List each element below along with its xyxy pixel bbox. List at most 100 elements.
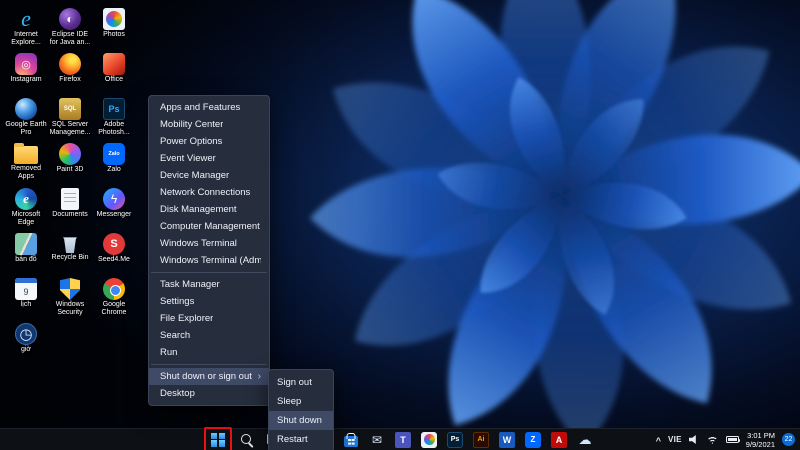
desktop-shortcut-label: Paint 3D: [56, 166, 84, 173]
submenu-item-restart[interactable]: Restart: [269, 430, 333, 449]
photos-taskbar-button[interactable]: [418, 430, 440, 450]
paint-3d-icon: [59, 143, 81, 165]
desktop-shortcut-paint-3d[interactable]: Paint 3D: [48, 143, 92, 188]
zalo-icon: Zalo: [103, 143, 125, 165]
start-button-annotation: [204, 426, 232, 450]
menu-item-mobility-center[interactable]: Mobility Center: [149, 116, 269, 133]
menu-item-run[interactable]: Run: [149, 344, 269, 361]
office-icon: [103, 53, 125, 75]
desktop-shortcut-label: Office: [104, 76, 124, 83]
illustrator-taskbar-button[interactable]: Ai: [470, 430, 492, 450]
submenu-item-shut-down[interactable]: Shut down: [269, 411, 333, 430]
photoshop-icon: Ps: [447, 431, 463, 448]
menu-item-label: Settings: [160, 296, 195, 307]
desktop-shortcut-b-n[interactable]: bản đồ: [4, 233, 48, 278]
microsoft-store-taskbar-button[interactable]: [340, 430, 362, 450]
zalo-taskbar-button[interactable]: Z: [522, 430, 544, 450]
desktop-shortcut-removed-apps[interactable]: Removed Apps: [4, 143, 48, 188]
search-taskbar-button[interactable]: [236, 430, 258, 450]
volume-icon[interactable]: [688, 435, 699, 445]
menu-item-shut-down-or-sign-out[interactable]: Shut down or sign out ›: [149, 368, 269, 385]
menu-item-device-manager[interactable]: Device Manager: [149, 167, 269, 184]
desktop-shortcut-label: bản đồ: [15, 256, 37, 263]
menu-item-event-viewer[interactable]: Event Viewer: [149, 150, 269, 167]
word-taskbar-button[interactable]: W: [496, 430, 518, 450]
desktop-shortcut-label: Recycle Bin: [51, 254, 89, 261]
desktop-shortcut-recycle-bin[interactable]: Recycle Bin: [48, 233, 92, 278]
onedrive-taskbar-button[interactable]: ☁: [574, 430, 596, 450]
taskbar-clock[interactable]: 3:01 PM 9/9/2021: [746, 431, 775, 449]
desktop-shortcut-label: Instagram: [10, 76, 42, 83]
menu-item-label: Mobility Center: [160, 119, 224, 130]
desktop-shortcut-instagram[interactable]: ◎ Instagram: [4, 53, 48, 98]
menu-item-power-options[interactable]: Power Options: [149, 133, 269, 150]
desktop-shortcut-photos[interactable]: Photos: [92, 8, 136, 53]
google-earth-icon: [15, 98, 37, 120]
menu-item-disk-management[interactable]: Disk Management: [149, 201, 269, 218]
instagram-icon: ◎: [15, 53, 37, 75]
photoshop-taskbar-button[interactable]: Ps: [444, 430, 466, 450]
menu-item-settings[interactable]: Settings: [149, 293, 269, 310]
menu-item-label: Task Manager: [160, 279, 220, 290]
menu-item-label: Power Options: [160, 136, 223, 147]
clock-icon: ◷: [15, 323, 37, 345]
desktop-shortcut-google-chrome[interactable]: Google Chrome: [92, 278, 136, 323]
google-chrome-icon: [103, 278, 125, 300]
microsoft-store-icon: [344, 435, 358, 447]
desktop-shortcut-eclipse-ide-for-java-an[interactable]: ◐ Eclipse IDE for Java an...: [48, 8, 92, 53]
menu-item-label: Event Viewer: [160, 153, 216, 164]
desktop-shortcut-documents[interactable]: Documents: [48, 188, 92, 233]
desktop-shortcut-gi[interactable]: ◷ giờ: [4, 323, 48, 368]
desktop-shortcut-l-ch[interactable]: 9 lịch: [4, 278, 48, 323]
photos-icon: [421, 431, 437, 448]
submenu-item-sleep[interactable]: Sleep: [269, 392, 333, 411]
menu-item-label: Windows Terminal (Admin): [160, 255, 261, 266]
menu-item-network-connections[interactable]: Network Connections: [149, 184, 269, 201]
desktop-shortcut-label: Adobe Photosh...: [98, 121, 130, 136]
desktop-shortcut-label: Internet Explore...: [11, 31, 41, 46]
menu-item-desktop[interactable]: Desktop: [149, 385, 269, 402]
desktop-shortcut-zalo[interactable]: Zalo Zalo: [92, 143, 136, 188]
system-tray: ^ VIE 3:01 PM 9/9/2021 22: [656, 429, 795, 450]
menu-item-label: Disk Management: [160, 204, 237, 215]
tray-time: 3:01 PM: [747, 430, 775, 440]
desktop-shortcut-windows-security[interactable]: Windows Security: [48, 278, 92, 323]
desktop-shortcut-label: Zalo: [107, 166, 121, 173]
menu-item-windows-terminal[interactable]: Windows Terminal: [149, 235, 269, 252]
language-indicator[interactable]: VIE: [668, 435, 682, 444]
photos-icon: [103, 8, 125, 30]
desktop-shortcut-adobe-photosh[interactable]: Ps Adobe Photosh...: [92, 98, 136, 143]
desktop-shortcut-internet-explore[interactable]: e Internet Explore...: [4, 6, 48, 53]
desktop-shortcut-label: Google Chrome: [101, 301, 127, 316]
menu-item-apps-and-features[interactable]: Apps and Features: [149, 99, 269, 116]
menu-item-windows-terminal-admin[interactable]: Windows Terminal (Admin): [149, 252, 269, 269]
illustrator-icon: Ai: [473, 431, 489, 448]
desktop-shortcut-seed4-me[interactable]: S Seed4.Me: [92, 233, 136, 278]
teams-taskbar-button[interactable]: T: [392, 430, 414, 450]
microsoft-edge-icon: e: [15, 188, 37, 210]
battery-icon[interactable]: [725, 436, 741, 443]
desktop-shortcut-google-earth-pro[interactable]: Google Earth Pro: [4, 98, 48, 143]
notification-badge[interactable]: 22: [782, 433, 795, 446]
submenu-item-label: Restart: [277, 434, 308, 445]
hidden-icons-chevron-icon[interactable]: ^: [656, 436, 661, 446]
desktop-shortcut-sql-server-manageme[interactable]: SQL SQL Server Manageme...: [48, 98, 92, 143]
submenu-item-sign-out[interactable]: Sign out: [269, 373, 333, 392]
calendar-icon: 9: [15, 278, 37, 300]
recycle-bin-icon: [63, 237, 77, 253]
desktop-shortcut-messenger[interactable]: ϟ Messenger: [92, 188, 136, 233]
desktop-shortcut-microsoft-edge[interactable]: e Microsoft Edge: [4, 188, 48, 233]
desktop-shortcut-office[interactable]: Office: [92, 53, 136, 98]
start-button[interactable]: [207, 430, 229, 450]
menu-item-task-manager[interactable]: Task Manager: [149, 276, 269, 293]
acrobat-taskbar-button[interactable]: A: [548, 430, 570, 450]
submenu-item-label: Sign out: [277, 377, 312, 388]
menu-item-file-explorer[interactable]: File Explorer: [149, 310, 269, 327]
desktop-shortcut-firefox[interactable]: Firefox: [48, 53, 92, 98]
menu-item-computer-management[interactable]: Computer Management: [149, 218, 269, 235]
menu-item-label: Shut down or sign out: [160, 371, 252, 382]
mail-taskbar-button[interactable]: ✉: [366, 430, 388, 450]
menu-item-search[interactable]: Search: [149, 327, 269, 344]
desktop-shortcut-label: giờ: [20, 346, 32, 353]
network-icon[interactable]: [705, 435, 719, 444]
